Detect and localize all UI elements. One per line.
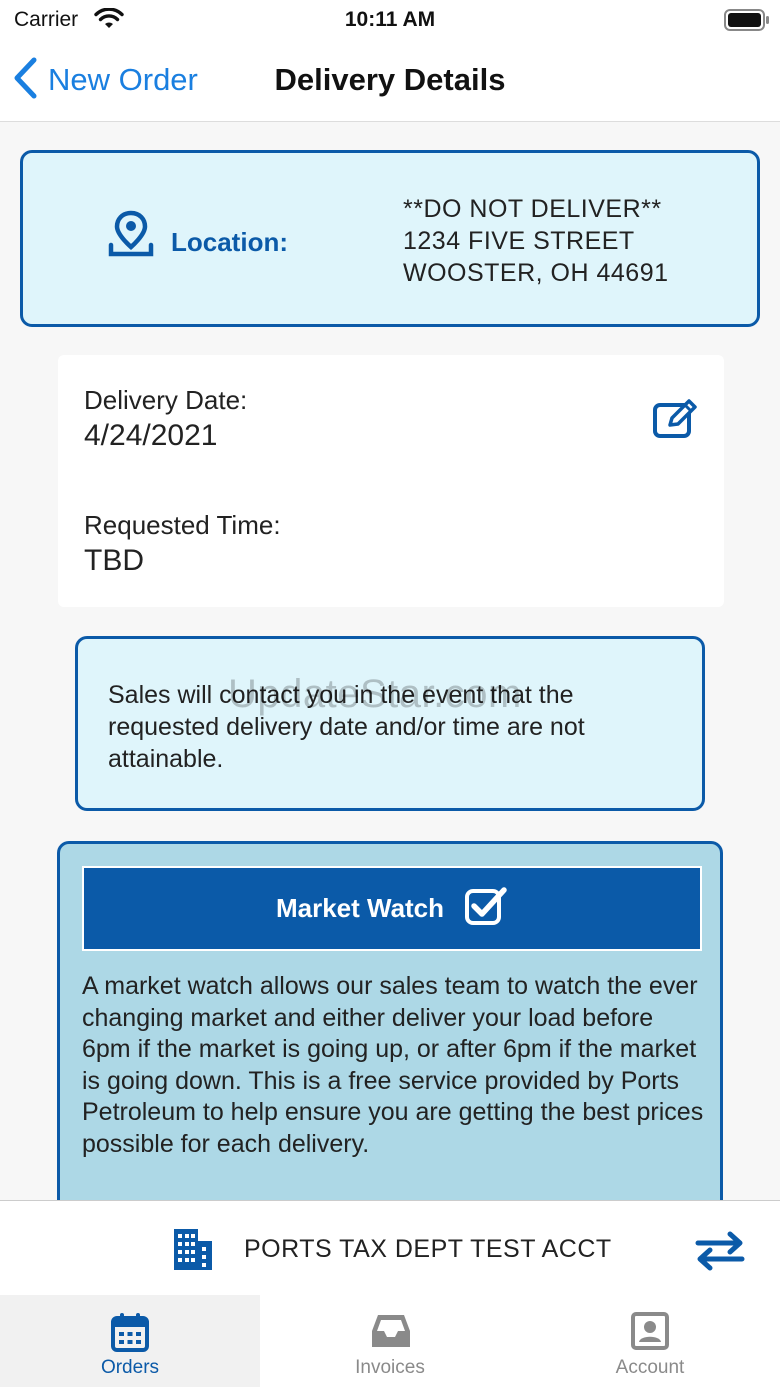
requested-time-label: Requested Time: — [84, 510, 281, 540]
requested-time-value: TBD — [84, 544, 144, 577]
notice-card: Sales will contact you in the event that… — [75, 636, 705, 811]
market-watch-toggle-button[interactable]: Market Watch — [82, 866, 702, 951]
tab-orders[interactable]: Orders — [0, 1295, 260, 1387]
account-name: PORTS TAX DEPT TEST ACCT — [244, 1235, 612, 1263]
delivery-date-label: Delivery Date: — [84, 385, 248, 415]
tab-label: Invoices — [355, 1357, 425, 1378]
status-bar: Carrier 10:11 AM — [0, 0, 780, 44]
location-card: Location: **DO NOT DELIVER** 1234 FIVE S… — [20, 150, 760, 327]
page-title-text: Delivery Details — [274, 62, 506, 97]
address-line: WOOSTER, OH 44691 — [403, 259, 669, 287]
edit-icon[interactable] — [652, 399, 700, 444]
delivery-details-card: Delivery Date: 4/24/2021 Requested Time:… — [58, 355, 724, 607]
map-pin-icon — [107, 209, 155, 264]
market-watch-label: Market Watch — [275, 893, 445, 923]
tab-label: Orders — [100, 1357, 160, 1378]
delivery-date-value: 4/24/2021 — [84, 419, 218, 452]
address-line: 1234 FIVE STREET — [403, 227, 635, 255]
location-label: Location: — [171, 227, 288, 257]
tab-bar: Orders Invoices Account — [0, 1295, 780, 1387]
calendar-icon — [110, 1311, 150, 1358]
building-icon — [172, 1227, 214, 1276]
swap-arrows-icon[interactable] — [694, 1231, 746, 1276]
inbox-icon — [370, 1311, 412, 1356]
market-watch-card: Market Watch A market watch allows our s… — [57, 841, 723, 1241]
tab-invoices[interactable]: Invoices — [260, 1295, 520, 1387]
location-address: **DO NOT DELIVER** 1234 FIVE STREET WOOS… — [403, 193, 669, 289]
tab-label: Account — [615, 1357, 685, 1378]
page-title: Delivery Details — [0, 62, 780, 98]
battery-icon — [724, 9, 770, 36]
tab-account[interactable]: Account — [520, 1295, 780, 1387]
status-time: 10:11 AM — [344, 8, 436, 31]
market-watch-description: A market watch allows our sales team to … — [82, 972, 704, 1158]
watermark: UpdateStar.com — [228, 672, 522, 716]
account-icon — [630, 1311, 670, 1356]
address-line: **DO NOT DELIVER** — [403, 195, 662, 223]
checkbox-checked-icon — [464, 886, 508, 931]
navigation-bar: New Order Delivery Details — [0, 44, 780, 122]
account-selector-bar: PORTS TAX DEPT TEST ACCT — [0, 1200, 780, 1295]
